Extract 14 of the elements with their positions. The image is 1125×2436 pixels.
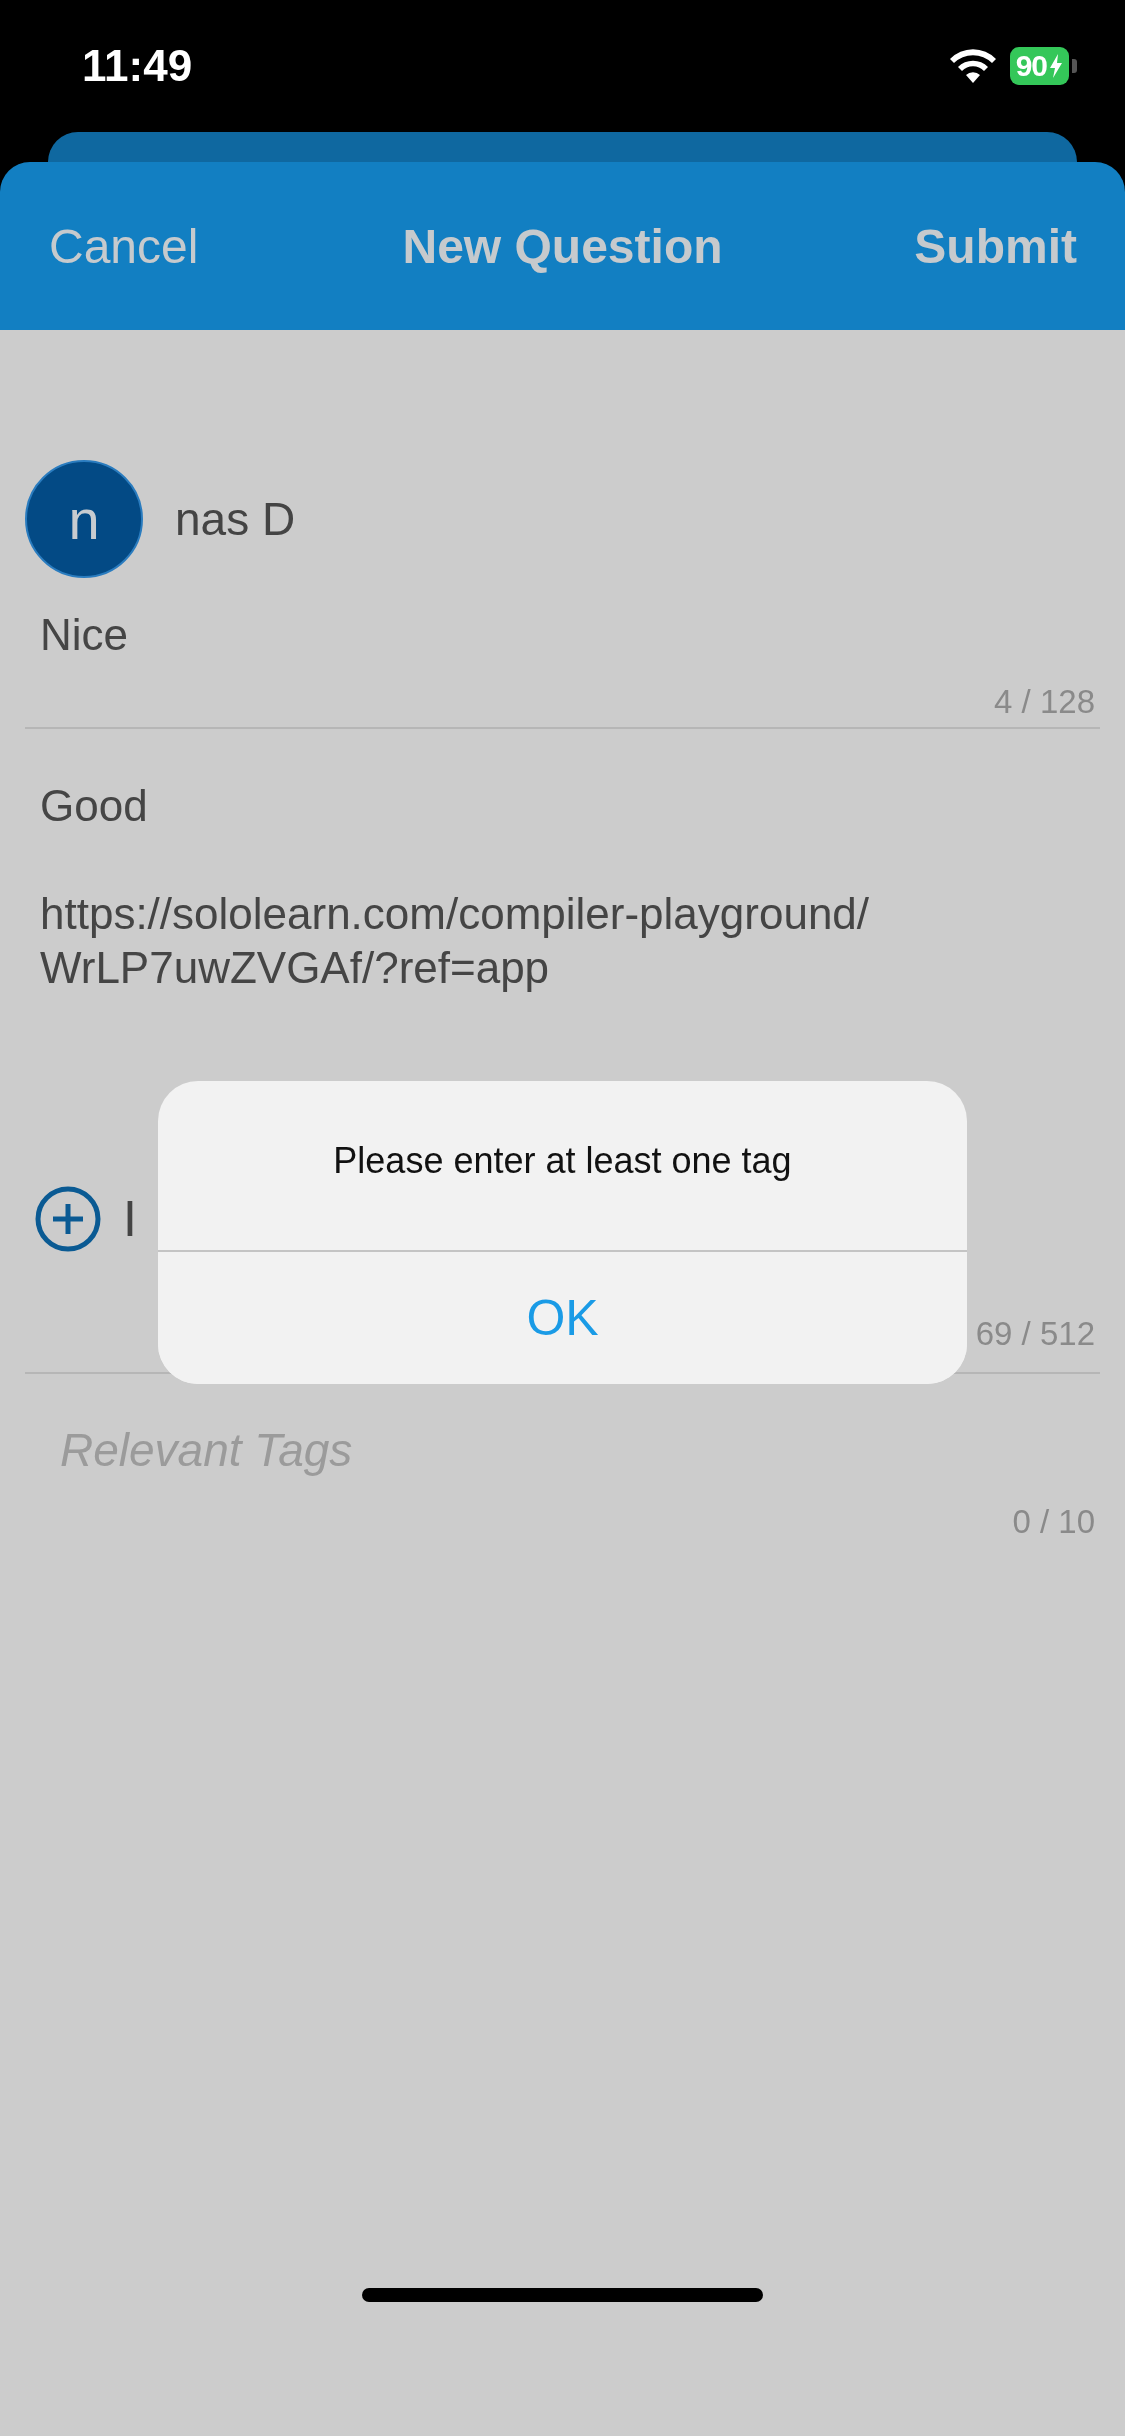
character-counter: 4 / 128 [994,682,1095,722]
status-time: 11:49 [82,41,193,91]
character-counter: 69 / 512 [975,1314,1095,1354]
wifi-icon [949,49,996,83]
cancel-button[interactable]: Cancel [49,218,199,274]
character-counter: 0 / 10 [1012,1502,1095,1542]
submit-button[interactable]: Submit [914,218,1077,274]
screen-title: New Question [402,218,723,274]
insert-label[interactable]: I [123,1190,137,1248]
author-name: nas D [175,492,296,546]
body-field[interactable]: Good https://sololearn.com/compiler-playground/ WrLP7uwZVGAf/?ref=app [40,779,1100,995]
plus-circle-icon[interactable] [35,1186,101,1252]
title-field[interactable]: Nice [40,608,1100,662]
avatar: n [25,460,143,578]
